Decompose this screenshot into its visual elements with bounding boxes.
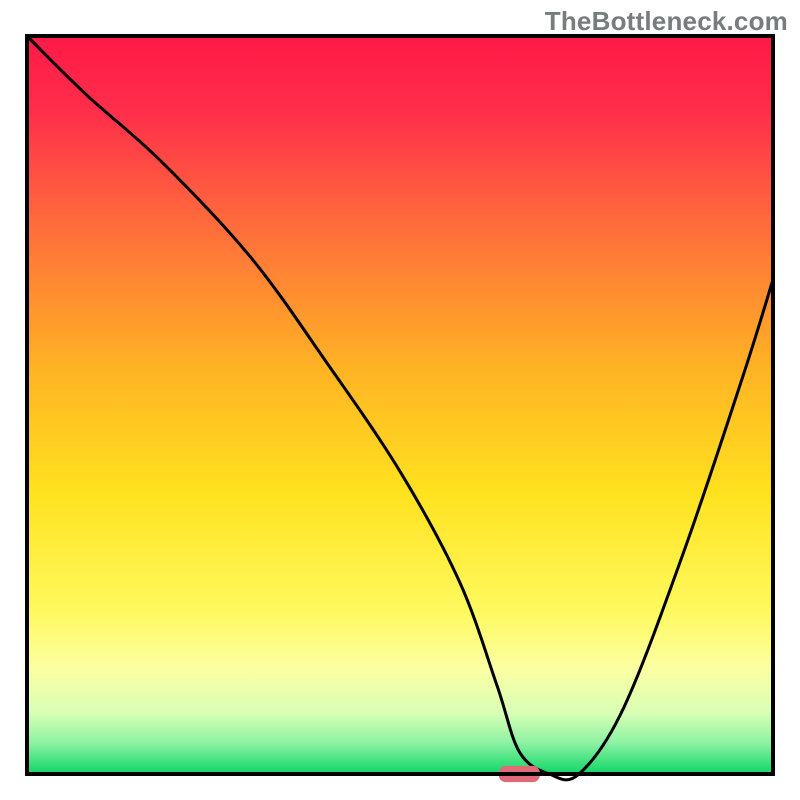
watermark-text: TheBottleneck.com (545, 6, 788, 37)
bottleneck-chart (0, 0, 800, 800)
chart-container: TheBottleneck.com (0, 0, 800, 800)
plot-background (29, 38, 771, 772)
